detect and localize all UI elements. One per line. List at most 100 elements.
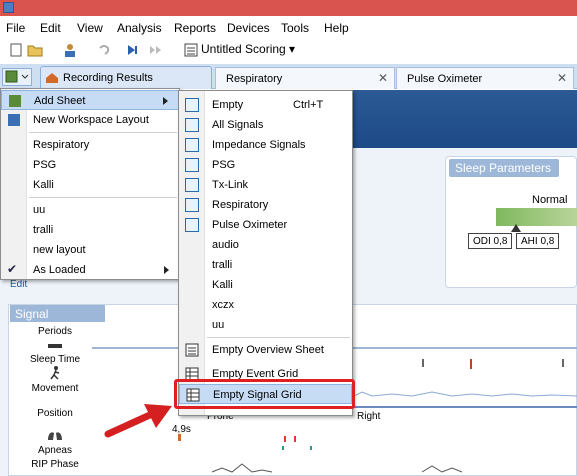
user-icon[interactable]: [62, 42, 78, 58]
tab-label: Pulse Oximeter: [407, 73, 483, 85]
sheet-icon: [5, 70, 29, 83]
menu-item-label: Add Sheet: [34, 95, 86, 107]
menu-item-label: Pulse Oximeter: [212, 219, 288, 231]
menu-item-label: tralli: [33, 224, 54, 236]
menu-item-label: PSG: [212, 159, 236, 171]
signal-overview-title: Signal Overview: [10, 305, 105, 335]
new-file-icon[interactable]: [8, 42, 24, 58]
menu-item-label: Tx-Link: [212, 179, 249, 191]
odi-badge: ODI 0,8: [468, 233, 513, 249]
submenu-item-pulse-oximeter[interactable]: Pulse Oximeter: [179, 215, 352, 235]
sleep-gradient-bar: [496, 208, 577, 226]
submenu-item-empty[interactable]: Empty Ctrl+T: [179, 95, 352, 115]
fast-forward-icon[interactable]: [148, 42, 164, 58]
menu-item-label: tralli: [212, 259, 233, 271]
menu-item-label: Kalli: [33, 179, 54, 191]
row-periods: Periods: [20, 326, 90, 337]
menu-item-label: New Workspace Layout: [33, 114, 149, 126]
menu-analysis[interactable]: Analysis: [117, 21, 162, 35]
menu-tools[interactable]: Tools: [281, 21, 309, 35]
submenu-item-empty-overview-sheet[interactable]: Empty Overview Sheet: [179, 340, 352, 360]
submenu-item-tx-link[interactable]: Tx-Link: [179, 175, 352, 195]
menu-item-label: Empty Overview Sheet: [212, 344, 324, 356]
submenu-item-audio[interactable]: audio: [179, 235, 352, 255]
menu-help[interactable]: Help: [324, 21, 349, 35]
menu-item-label: PSG: [33, 159, 57, 171]
menu-item-kalli[interactable]: Kalli: [1, 175, 179, 195]
menu-item-psg[interactable]: PSG: [1, 155, 179, 175]
row-movement: Movement: [20, 366, 90, 394]
menu-item-label: uu: [212, 319, 225, 331]
menu-item-as-loaded[interactable]: ✔ As Loaded: [1, 260, 179, 280]
menu-bar: File Edit View Analysis Reports Devices …: [0, 16, 577, 38]
row-label: Movement: [31, 383, 79, 394]
tab-recording-results[interactable]: Recording Results: [40, 66, 212, 89]
menu-item-tralli[interactable]: tralli: [1, 220, 179, 240]
header-banner: [350, 90, 577, 148]
menu-devices[interactable]: Devices: [227, 21, 270, 35]
submenu-item-xczx[interactable]: xczx: [179, 295, 352, 315]
edit-link[interactable]: Edit: [10, 279, 27, 290]
menu-item-label: Respiratory: [212, 199, 269, 211]
open-folder-icon[interactable]: [27, 42, 43, 58]
sheet-menu-button[interactable]: [2, 68, 32, 86]
row-position: Position: [20, 408, 90, 419]
signal-sheet-icon: [185, 198, 199, 212]
signal-sheet-icon: [185, 218, 199, 232]
menu-item-uu[interactable]: uu: [1, 200, 179, 220]
home-icon: [46, 73, 58, 83]
overview-sheet-icon: [185, 343, 199, 357]
signal-sheet-icon: [185, 118, 199, 132]
menu-separator: [207, 337, 350, 338]
row-label: Apneas: [38, 445, 72, 456]
menu-file[interactable]: File: [6, 21, 25, 35]
menu-view[interactable]: View: [77, 21, 103, 35]
running-person-icon: [50, 366, 60, 380]
menu-item-label: As Loaded: [33, 264, 86, 276]
row-rip-phase: RIP Phase: [20, 459, 90, 470]
tab-respiratory[interactable]: Respiratory ✕: [215, 67, 395, 89]
submenu-item-kalli[interactable]: Kalli: [179, 275, 352, 295]
menu-item-add-sheet[interactable]: Add Sheet: [1, 90, 179, 110]
bed-icon: [48, 344, 62, 348]
menu-reports[interactable]: Reports: [174, 21, 216, 35]
red-arrow-icon: [104, 404, 172, 438]
submenu-item-impedance-signals[interactable]: Impedance Signals: [179, 135, 352, 155]
menu-item-new-layout[interactable]: new layout: [1, 240, 179, 260]
submenu-item-psg[interactable]: PSG: [179, 155, 352, 175]
close-icon[interactable]: ✕: [378, 71, 388, 85]
menu-separator: [29, 197, 177, 198]
row-apneas: Apneas: [20, 428, 90, 456]
scoring-icon[interactable]: [183, 42, 199, 58]
menu-item-label: new layout: [33, 244, 86, 256]
menu-item-new-workspace-layout[interactable]: New Workspace Layout: [1, 110, 179, 130]
sheet-context-menu: Add Sheet New Workspace Layout Respirato…: [0, 88, 180, 280]
signal-sheet-icon: [185, 98, 199, 112]
scoring-label: Untitled Scoring: [201, 42, 286, 56]
menu-item-label: Respiratory: [33, 139, 90, 151]
signal-sheet-icon: [185, 138, 199, 152]
play-icon[interactable]: [125, 42, 141, 58]
menu-edit[interactable]: Edit: [40, 21, 61, 35]
shortcut-label: Ctrl+T: [293, 99, 324, 111]
submenu-arrow-icon: [163, 97, 168, 105]
highlight-box: [174, 379, 355, 409]
signal-sheet-icon: [185, 158, 199, 172]
menu-item-label: audio: [212, 239, 239, 251]
submenu-item-tralli[interactable]: tralli: [179, 255, 352, 275]
tab-pulse-oximeter[interactable]: Pulse Oximeter ✕: [396, 67, 574, 89]
submenu-arrow-icon: [164, 266, 169, 274]
menu-item-label: All Signals: [212, 119, 264, 131]
layout-icon: [8, 114, 20, 126]
submenu-item-uu[interactable]: uu: [179, 315, 352, 335]
close-icon[interactable]: ✕: [557, 71, 567, 85]
submenu-item-all-signals[interactable]: All Signals: [179, 115, 352, 135]
undo-icon[interactable]: [96, 42, 112, 58]
scoring-dropdown[interactable]: Untitled Scoring ▾: [201, 42, 295, 56]
title-bar: [0, 0, 577, 16]
menu-item-label: Kalli: [212, 279, 233, 291]
submenu-item-respiratory[interactable]: Respiratory: [179, 195, 352, 215]
menu-item-respiratory[interactable]: Respiratory: [1, 135, 179, 155]
lungs-icon: [48, 429, 62, 440]
ahi-badge: AHI 0,8: [516, 233, 560, 249]
